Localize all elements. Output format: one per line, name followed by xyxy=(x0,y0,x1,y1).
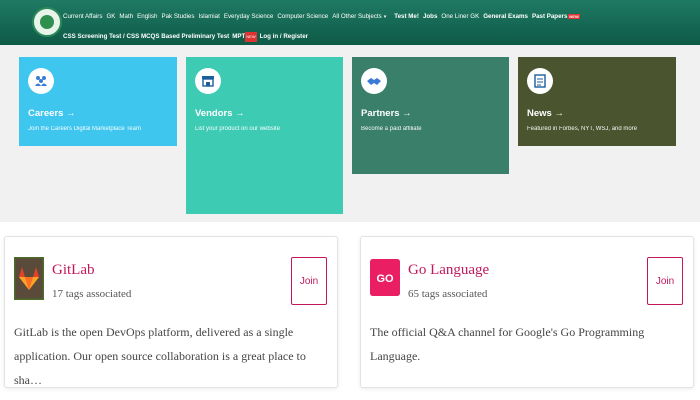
nav-current-affairs[interactable]: Current Affairs xyxy=(63,11,102,23)
nav-math[interactable]: Math xyxy=(119,11,133,23)
go-logo-icon: GO xyxy=(370,259,400,296)
tile-title: Vendors → xyxy=(195,108,245,119)
svg-text:GO: GO xyxy=(376,273,394,285)
tile-partners[interactable]: Partners → Become a paid affiliate xyxy=(352,57,509,174)
tile-title: News → xyxy=(527,108,564,119)
collective-card-go: GO Go Language 65 tags associated The of… xyxy=(360,236,694,388)
nav-gk[interactable]: GK xyxy=(106,11,115,23)
site-logo[interactable] xyxy=(32,7,62,37)
tile-title: Partners → xyxy=(361,108,412,119)
nav-test-me[interactable]: Test Me! xyxy=(394,11,419,23)
nav-pak-studies[interactable]: Pak Studies xyxy=(161,11,194,23)
tile-title: Careers → xyxy=(28,108,76,119)
secondary-nav: CSS Screening Test / CSS MCQS Based Prel… xyxy=(63,32,311,42)
logo-emblem xyxy=(40,15,54,29)
gitlab-logo-icon xyxy=(12,255,46,302)
nav-all-other-subjects[interactable]: All Other Subjects ▾ xyxy=(332,11,390,23)
nav-one-liner-gk[interactable]: One Liner GK xyxy=(441,11,479,23)
tile-subtitle: Join the Careers Digital Marketplace Tea… xyxy=(28,126,141,132)
collective-card-gitlab: GitLab 17 tags associated GitLab is the … xyxy=(4,236,338,388)
join-button[interactable]: Join xyxy=(647,257,683,305)
document-icon xyxy=(527,68,553,94)
nav-general-exams[interactable]: General Exams xyxy=(483,11,528,23)
nav-computer-science[interactable]: Computer Science xyxy=(277,11,328,23)
tile-subtitle: List your product on our website xyxy=(195,126,281,132)
store-icon xyxy=(195,68,221,94)
tags-count: 65 tags associated xyxy=(408,288,488,300)
tile-careers[interactable]: Careers → Join the Careers Digital Marke… xyxy=(19,57,177,146)
collective-name[interactable]: Go Language xyxy=(408,262,489,279)
tile-subtitle: Featured in Forbes, NYT, WSJ, and more xyxy=(527,126,638,132)
users-icon xyxy=(28,68,54,94)
nav-all-other-subjects-label: All Other Subjects xyxy=(332,13,382,20)
nav-english[interactable]: English xyxy=(137,11,157,23)
nav-everyday-science[interactable]: Everyday Science xyxy=(224,11,274,23)
nav-past-papers[interactable]: Past Papers NEW xyxy=(532,11,584,23)
nav-mpt[interactable]: MPT xyxy=(232,32,245,42)
collective-description: GitLab is the open DevOps platform, deli… xyxy=(14,325,306,387)
tile-vendors[interactable]: Vendors → List your product on our websi… xyxy=(186,57,343,214)
new-badge: NEW xyxy=(245,32,257,42)
tile-news[interactable]: News → Featured in Forbes, NYT, WSJ, and… xyxy=(518,57,676,146)
collective-name[interactable]: GitLab xyxy=(52,262,95,279)
tags-count: 17 tags associated xyxy=(52,288,132,300)
tile-subtitle: Become a paid affiliate xyxy=(361,126,422,132)
top-header: Current Affairs GK Math English Pak Stud… xyxy=(0,0,700,45)
nav-past-papers-label: Past Papers xyxy=(531,13,568,20)
new-badge: NEW xyxy=(568,14,580,19)
nav-css-test[interactable]: CSS Screening Test / CSS MCQS Based Prel… xyxy=(63,32,229,42)
collective-description: The official Q&A channel for Google's Go… xyxy=(370,325,645,363)
primary-nav: Current Affairs GK Math English Pak Stud… xyxy=(63,11,588,23)
nav-login-register[interactable]: Log in / Register xyxy=(260,32,308,42)
nav-islamiat[interactable]: Islamiat xyxy=(198,11,219,23)
join-button[interactable]: Join xyxy=(291,257,327,305)
chevron-down-icon: ▾ xyxy=(383,14,387,20)
nav-jobs[interactable]: Jobs xyxy=(423,11,437,23)
handshake-icon xyxy=(361,68,387,94)
